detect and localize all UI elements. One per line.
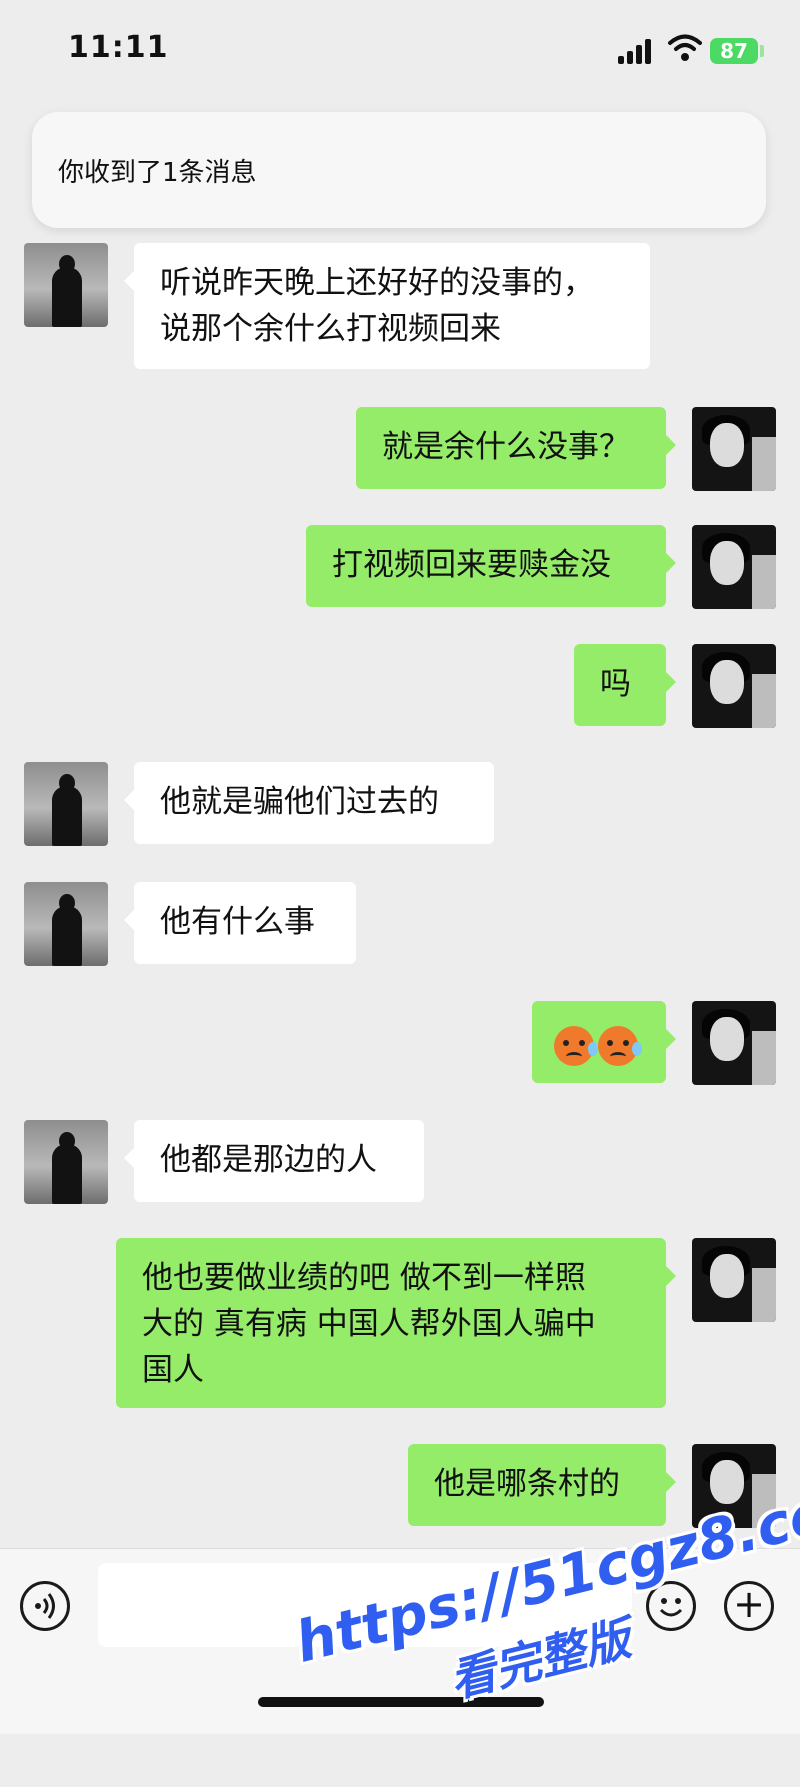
- message-text: 就是余什么没事？: [382, 429, 630, 465]
- message-text: 打视频回来要赎金没: [332, 547, 611, 583]
- message-bubble-sent[interactable]: [532, 1001, 676, 1083]
- message-text: 他就是骗他们过去的: [160, 784, 439, 820]
- my-avatar[interactable]: [692, 525, 776, 609]
- my-avatar[interactable]: [692, 644, 776, 728]
- status-bar: 11:11 87: [0, 0, 800, 110]
- contact-avatar[interactable]: [24, 762, 108, 846]
- my-avatar[interactable]: [692, 1238, 776, 1322]
- signal-icon: [618, 36, 656, 64]
- my-avatar[interactable]: [692, 1001, 776, 1085]
- message-line: 说那个余什么打视频回来: [160, 311, 501, 347]
- angry-sweat-emoji-icon: [554, 1025, 598, 1066]
- message-bubble-received[interactable]: 他都是那边的人: [124, 1120, 424, 1202]
- battery-tip: [760, 45, 764, 57]
- home-indicator[interactable]: [258, 1697, 544, 1707]
- contact-avatar[interactable]: [24, 243, 108, 327]
- contact-avatar[interactable]: [24, 1120, 108, 1204]
- voice-icon[interactable]: [20, 1581, 70, 1631]
- message-text: 他都是那边的人: [160, 1142, 377, 1178]
- plus-icon[interactable]: +: [724, 1581, 774, 1631]
- battery-icon: 87: [710, 38, 758, 64]
- message-bubble-sent[interactable]: 打视频回来要赎金没: [306, 525, 676, 607]
- battery-level: 87: [720, 39, 748, 63]
- message-bubble-sent[interactable]: 就是余什么没事？: [356, 407, 676, 489]
- notification-text: 你收到了1条消息: [58, 158, 257, 188]
- message-bubble-received[interactable]: 听说昨天晚上还好好的没事的， 说那个余什么打视频回来: [124, 243, 650, 369]
- angry-sweat-emoji-icon: [598, 1025, 642, 1066]
- message-line: 听说昨天晚上还好好的没事的，: [160, 265, 594, 301]
- my-avatar[interactable]: [692, 1444, 776, 1528]
- message-bubble-received[interactable]: 他就是骗他们过去的: [124, 762, 494, 844]
- message-line: 他也要做业绩的吧 做不到一样照: [142, 1260, 586, 1296]
- message-bubble-sent[interactable]: 他是哪条村的: [408, 1444, 676, 1526]
- emoji-face-icon[interactable]: [646, 1581, 696, 1631]
- message-text: 吗: [600, 666, 631, 702]
- message-text: 他是哪条村的: [434, 1466, 620, 1502]
- message-line: 国人: [142, 1352, 204, 1388]
- message-bubble-received[interactable]: 他有什么事: [124, 882, 356, 964]
- message-input[interactable]: [98, 1563, 632, 1647]
- notification-banner[interactable]: 你收到了1条消息: [32, 112, 766, 228]
- status-time: 11:11: [68, 30, 169, 65]
- contact-avatar[interactable]: [24, 882, 108, 966]
- wifi-icon: [668, 34, 702, 61]
- my-avatar[interactable]: [692, 407, 776, 491]
- message-line: 大的 真有病 中国人帮外国人骗中: [142, 1306, 596, 1342]
- message-bubble-sent[interactable]: 他也要做业绩的吧 做不到一样照 大的 真有病 中国人帮外国人骗中 国人: [116, 1238, 676, 1408]
- message-text: 他有什么事: [160, 904, 315, 940]
- message-bubble-sent[interactable]: 吗: [574, 644, 676, 726]
